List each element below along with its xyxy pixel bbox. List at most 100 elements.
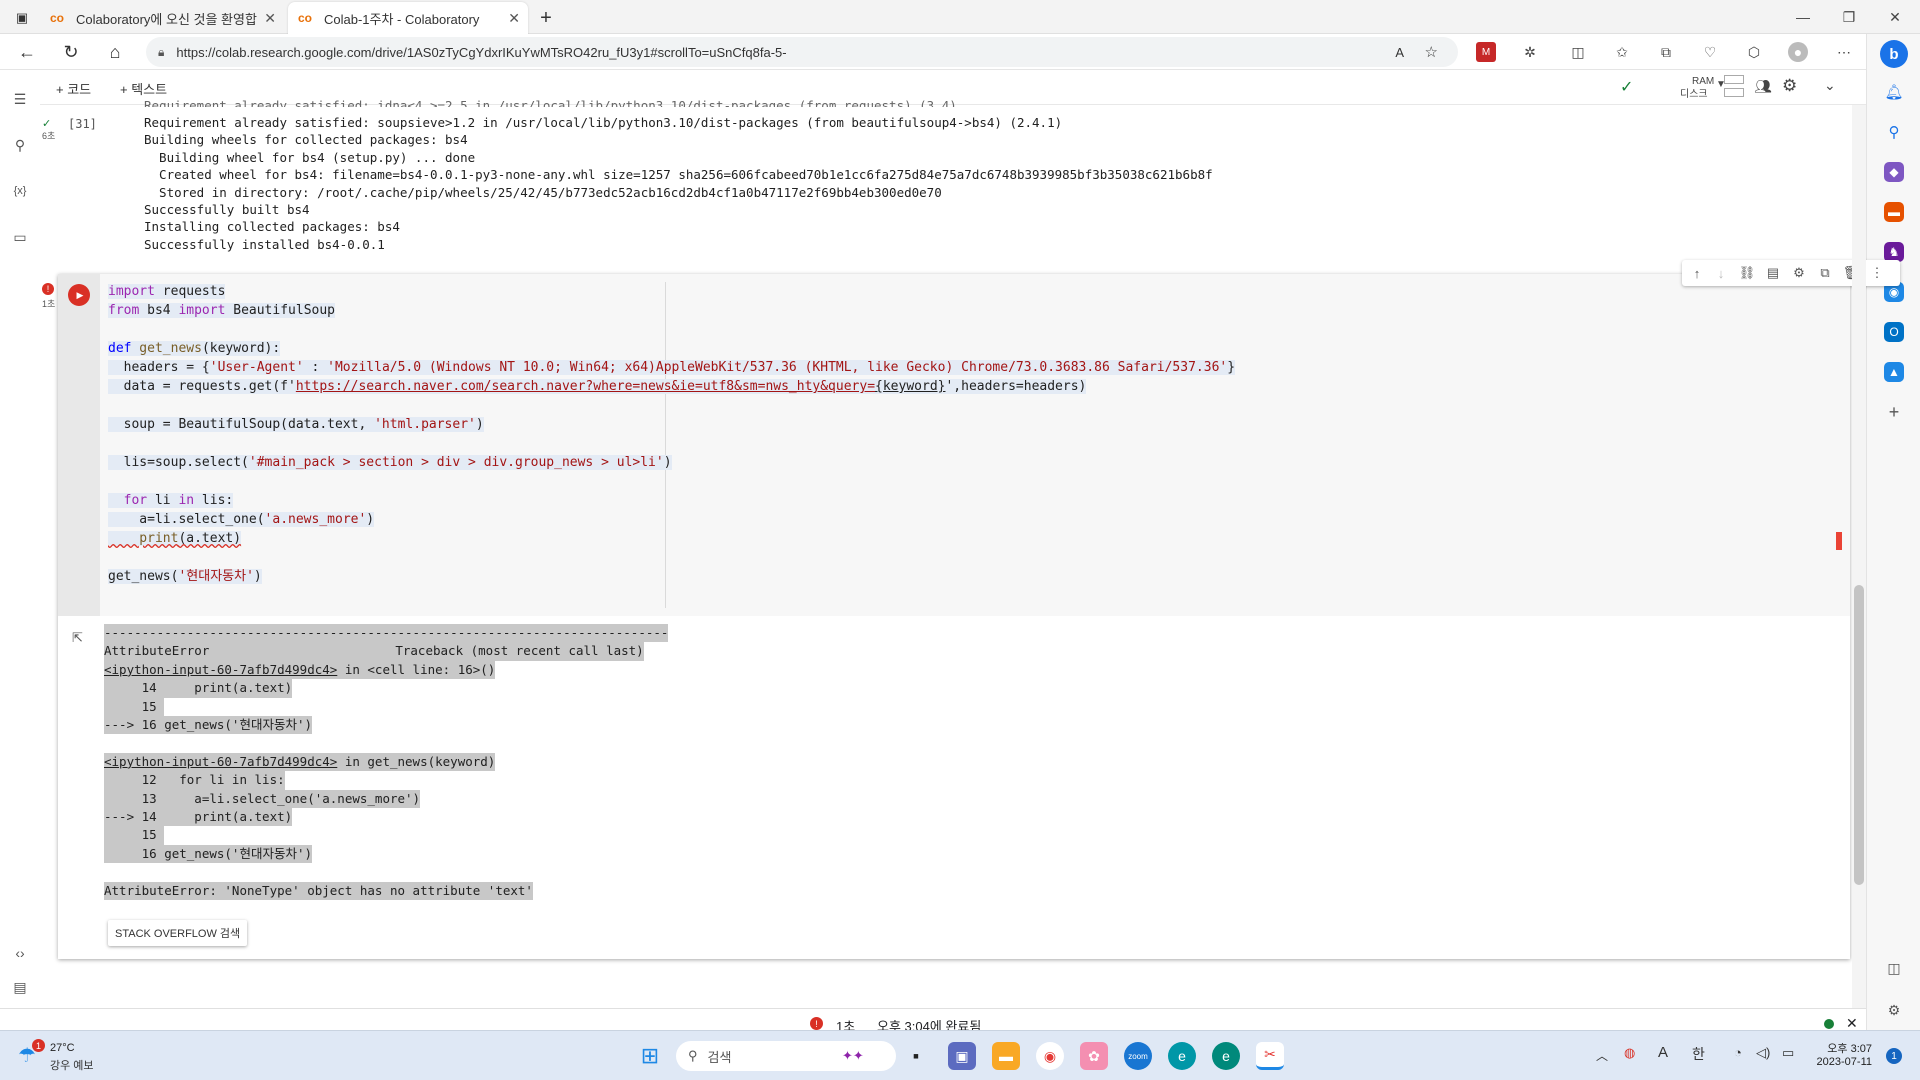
task-view-icon[interactable]: ▪ [902,1042,930,1070]
close-icon[interactable]: ✕ [508,10,520,27]
add-icon[interactable]: + [1884,402,1904,422]
comment-icon[interactable]: ▤ [1764,265,1782,281]
search-icon[interactable]: ⚲ [10,135,30,155]
browser-essentials-icon[interactable]: ♡ [1700,42,1720,62]
link-icon[interactable]: ⛓︎ [1738,265,1756,281]
bing-chat-icon[interactable]: b [1880,40,1908,68]
teams-icon[interactable]: ▣ [948,1042,976,1070]
extensions-puzzle-icon[interactable]: ✲ [1520,42,1540,62]
output-actions-icon[interactable]: ⇱ [72,630,83,646]
address-bar[interactable]: 🔒︎ https://colab.research.google.com/dri… [146,37,1458,67]
taskbar-search-box[interactable]: ⚲ 검색 ✦✦ [676,1041,896,1071]
tray-app-icon[interactable]: ◍ [1624,1045,1635,1061]
sidebar-toggle-icon[interactable]: ◫ [1884,958,1904,978]
close-window-icon[interactable]: ✕ [1872,0,1918,34]
connected-check-icon: ✓ [1620,79,1634,96]
code-snippets-icon[interactable]: ‹› [10,943,30,963]
profile-avatar[interactable]: ● [1788,42,1808,62]
url-link[interactable]: https://search.naver.com/search.naver?wh… [296,379,875,394]
edge-icon[interactable]: e [1168,1042,1196,1070]
battery-icon[interactable]: ▭ [1782,1045,1794,1061]
resource-monitor[interactable]: RAM 디스크 [1680,75,1714,101]
move-up-icon[interactable]: ↑ [1688,265,1706,281]
scroll-thumb[interactable] [1854,585,1864,885]
code-token: in [178,493,195,508]
notification-count-badge[interactable]: 1 [1886,1048,1902,1064]
output-line: Created wheel for bs4: filename=bs4-0.0.… [144,167,1213,183]
traceback-header: AttributeError Traceback (most recent cal… [104,642,644,661]
code-token: ',headers=headers) [945,379,1087,394]
code-cell[interactable]: ▶ import requests from bs4 import Beauti… [58,260,1900,959]
settings-gear-icon[interactable]: ⚙ [1782,76,1797,96]
edge-sidebar: b 🔔︎ ⚲ ◆ ▬ ♞ ◉ O ▲ + ◫ ⚙ [1866,34,1920,1030]
language-indicator[interactable]: A [1658,1044,1668,1061]
split-screen-icon[interactable]: ◫ [1568,42,1588,62]
games-icon[interactable]: ♞ [1884,242,1904,262]
windows-start-icon[interactable]: ⊞ [636,1042,664,1070]
code-token: for [108,493,148,508]
snipping-tool-icon[interactable]: ✂ [1256,1042,1284,1070]
tab-title: Colab-1주차 - Colaboratory [324,11,480,27]
edge-dev-icon[interactable]: e [1212,1042,1240,1070]
collapse-chevron-icon[interactable]: ⌄ [1824,77,1836,94]
tab-colab-welcome[interactable]: co Colaboratory에 오신 것을 환영합 ✕ [40,2,284,34]
more-vert-icon[interactable]: ⋮ [1868,265,1886,281]
variables-icon[interactable]: {x} [10,181,30,201]
code-token: get_news [131,341,202,356]
share-people-icon[interactable]: 👥︎ [1754,78,1772,95]
notebook-scrollbar[interactable] [1852,105,1866,1008]
clock-time[interactable]: 오후 3:07 [1812,1040,1872,1056]
volume-icon[interactable]: ◁) [1756,1045,1770,1061]
code-editor[interactable]: import requests from bs4 import Beautifu… [100,274,1850,616]
extension-icon[interactable]: M [1476,42,1496,62]
move-down-icon[interactable]: ↓ [1712,265,1730,281]
restore-icon[interactable]: ❐ [1826,0,1872,34]
new-tab-button[interactable]: + [532,2,560,34]
zoom-icon[interactable]: zoom [1124,1042,1152,1070]
clock-date[interactable]: 2023-07-11 [1808,1056,1872,1068]
show-hidden-icons-chevron[interactable]: ︿ [1596,1047,1608,1064]
performance-icon[interactable]: ⬡ [1744,42,1764,62]
traceback-link[interactable]: <ipython-input-60-7afb7d499dc4> [104,754,337,769]
app-icon[interactable]: ✿ [1080,1042,1108,1070]
favorite-star-icon[interactable]: ☆ [1425,43,1438,61]
back-icon[interactable]: ← [14,40,40,64]
favorites-icon[interactable]: ✩ [1612,42,1632,62]
settings-gear-icon[interactable]: ⚙ [1790,265,1808,281]
home-icon[interactable]: ⌂ [102,40,128,64]
chrome-icon[interactable]: ◉ [1036,1042,1064,1070]
close-icon[interactable]: ✕ [264,10,276,27]
refresh-icon[interactable]: ↻ [58,40,84,64]
wifi-icon[interactable]: ◔ [1734,1045,1742,1060]
outlook-icon[interactable]: O [1884,322,1904,342]
add-text-button[interactable]: + 텍스트 [120,79,167,98]
code-token: (a.text) [178,531,242,546]
code-token: print [108,531,179,546]
traceback-link[interactable]: <ipython-input-60-7afb7d499dc4> [104,662,337,677]
search-icon[interactable]: ⚲ [1884,122,1904,142]
minimize-icon[interactable]: — [1780,0,1826,34]
tab-actions-icon[interactable]: ▣ [10,2,34,34]
traceback-text: in <cell line: 16>() [337,661,496,677]
more-menu-icon[interactable]: ⋯ [1834,42,1854,62]
command-palette-icon[interactable]: ▤ [10,977,30,997]
add-code-button[interactable]: + 코드 [56,79,91,98]
drop-icon[interactable]: ▲ [1884,362,1904,382]
traceback-line: 14 print(a.text) [104,679,293,698]
file-explorer-icon[interactable]: ▬ [992,1042,1020,1070]
folder-icon[interactable]: ▭ [10,227,30,247]
disk-label: 디스크 [1680,89,1708,100]
chevron-down-icon[interactable]: ▼ [1716,79,1726,90]
run-cell-button[interactable]: ▶ [68,284,90,306]
read-aloud-icon[interactable]: A [1395,45,1404,60]
settings-gear-icon[interactable]: ⚙ [1884,1000,1904,1020]
tools-icon[interactable]: ▬ [1884,202,1904,222]
notifications-bell-icon[interactable]: 🔔︎ [1884,82,1904,102]
shopping-tag-icon[interactable]: ◆ [1884,162,1904,182]
ime-indicator[interactable]: 한 [1692,1044,1705,1064]
table-of-contents-icon[interactable]: ☰ [10,89,30,109]
collections-icon[interactable]: ⧉ [1656,42,1676,62]
search-stackoverflow-button[interactable]: STACK OVERFLOW 검색 [108,920,248,946]
mirror-cell-icon[interactable]: ⧉ [1816,265,1834,281]
tab-colab-week1[interactable]: co Colab-1주차 - Colaboratory ✕ [288,2,528,34]
